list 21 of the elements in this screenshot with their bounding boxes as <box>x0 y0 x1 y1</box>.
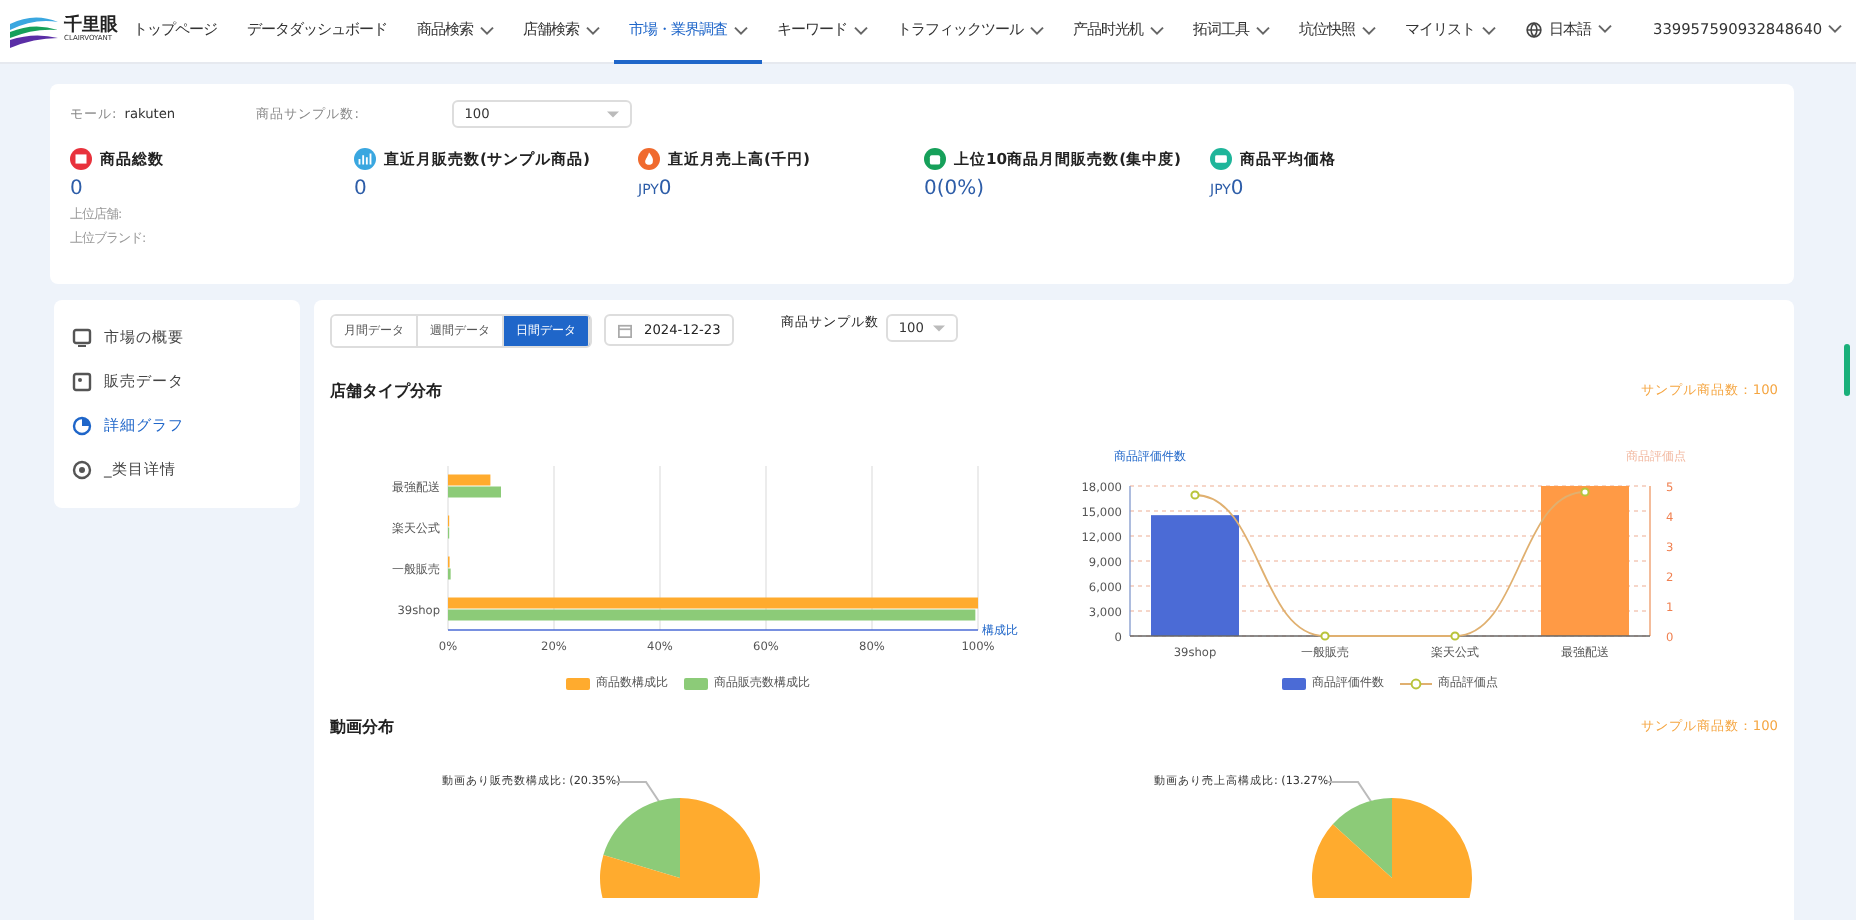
logo-icon <box>8 11 60 51</box>
section-title: 店舗タイプ分布 <box>330 380 442 402</box>
line-point <box>1320 631 1330 641</box>
stat-value: 0(0%) <box>924 178 987 200</box>
caret-down-icon <box>606 109 621 119</box>
image-icon <box>72 372 92 392</box>
side-handle[interactable] <box>1844 344 1850 396</box>
pie-icon <box>72 416 92 436</box>
line-point <box>1580 487 1590 497</box>
stat-value: 0 <box>70 178 85 200</box>
target-icon <box>72 460 92 480</box>
chevron-down-icon <box>1828 24 1843 34</box>
caret-down-icon <box>932 323 947 333</box>
monitor-icon <box>72 328 92 348</box>
calendar-icon <box>618 323 632 337</box>
line-point <box>1450 631 1460 641</box>
stat-value: 0 <box>354 178 369 200</box>
chevron-down-icon <box>1597 24 1611 34</box>
section-title: 動画分布 <box>330 716 394 738</box>
line-point <box>1190 490 1200 500</box>
globe-icon <box>1525 21 1541 37</box>
